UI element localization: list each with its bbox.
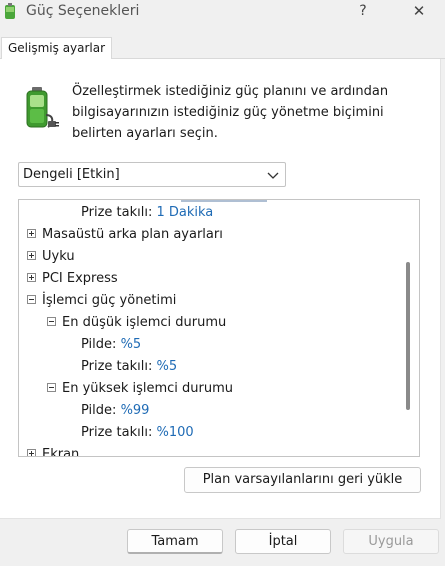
- apply-button[interactable]: Uygula: [343, 529, 439, 554]
- expand-plus-icon[interactable]: [27, 273, 36, 282]
- tree-row-label: Pilde:: [81, 403, 117, 418]
- tree-item-sleep[interactable]: Uyku: [27, 247, 75, 267]
- tree-row-plugged-in-max[interactable]: Prize takılı: %100: [81, 423, 194, 443]
- tree-row-value[interactable]: %5: [121, 337, 142, 352]
- tree-row-plugged-in-min[interactable]: Prize takılı: %5: [81, 357, 177, 377]
- tree-item-display[interactable]: Ekran: [27, 445, 80, 457]
- tree-row-value[interactable]: 1 Dakika: [156, 205, 213, 220]
- tree-row-label: Masaüstü arka plan ayarları: [42, 227, 223, 242]
- tab-advanced-settings[interactable]: Gelişmiş ayarlar: [1, 37, 113, 60]
- tree-edit-highlight: [181, 200, 267, 202]
- tree-item-processor-power[interactable]: İşlemci güç yönetimi: [27, 291, 176, 311]
- help-button[interactable]: ?: [348, 0, 378, 22]
- collapse-minus-icon[interactable]: [47, 383, 56, 392]
- battery-plug-icon: [26, 87, 59, 128]
- settings-tree[interactable]: Prize takılı: 1 Dakika Masaüstü arka pla…: [18, 199, 420, 457]
- collapse-minus-icon[interactable]: [47, 317, 56, 326]
- tree-row-plugged-in-1[interactable]: Prize takılı: 1 Dakika: [81, 203, 213, 223]
- restore-plan-defaults-button[interactable]: Plan varsayılanlarını geri yükle: [184, 467, 421, 493]
- window-title: Güç Seçenekleri: [26, 3, 140, 19]
- tree-row-label: Ekran: [42, 447, 80, 457]
- tree-row-value[interactable]: %5: [156, 359, 177, 374]
- tree-row-value[interactable]: %100: [156, 425, 193, 440]
- tree-row-label: Prize takılı:: [81, 359, 153, 374]
- power-plan-dropdown[interactable]: Dengeli [Etkin]: [18, 162, 286, 187]
- tree-row-label: İşlemci güç yönetimi: [42, 293, 177, 308]
- expand-plus-icon[interactable]: [27, 449, 36, 456]
- tree-item-desktop-background[interactable]: Masaüstü arka plan ayarları: [27, 225, 223, 245]
- tree-item-pci-express[interactable]: PCI Express: [27, 269, 118, 289]
- power-options-icon: [5, 3, 15, 19]
- tree-row-label: PCI Express: [42, 271, 118, 286]
- tree-row-label: Prize takılı:: [81, 205, 153, 220]
- tree-item-min-processor-state[interactable]: En düşük işlemci durumu: [47, 313, 226, 333]
- tree-row-label: Pilde:: [81, 337, 117, 352]
- instructions-text: Özelleştirmek istediğiniz güç planını ve…: [72, 84, 389, 141]
- tree-row-on-battery-max[interactable]: Pilde: %99: [81, 401, 149, 421]
- expand-plus-icon[interactable]: [27, 229, 36, 238]
- tree-row-label: Prize takılı:: [81, 425, 153, 440]
- tree-row-on-battery-min[interactable]: Pilde: %5: [81, 335, 141, 355]
- collapse-minus-icon[interactable]: [27, 295, 36, 304]
- title-bar: Güç Seçenekleri ? ✕: [0, 0, 445, 26]
- expand-plus-icon[interactable]: [27, 251, 36, 260]
- close-button[interactable]: ✕: [404, 0, 434, 22]
- tree-scrollbar-thumb[interactable]: [406, 262, 410, 410]
- tree-row-label: En düşük işlemci durumu: [62, 315, 227, 330]
- cancel-button[interactable]: İptal: [235, 529, 331, 554]
- tree-row-label: Uyku: [42, 249, 75, 264]
- chevron-down-icon: [267, 172, 279, 179]
- tree-row-value[interactable]: %99: [121, 403, 150, 418]
- tree-row-label: En yüksek işlemci durumu: [62, 381, 234, 396]
- tree-item-max-processor-state[interactable]: En yüksek işlemci durumu: [47, 379, 233, 399]
- power-plan-selected-value: Dengeli [Etkin]: [23, 167, 120, 182]
- ok-button[interactable]: Tamam: [127, 529, 223, 554]
